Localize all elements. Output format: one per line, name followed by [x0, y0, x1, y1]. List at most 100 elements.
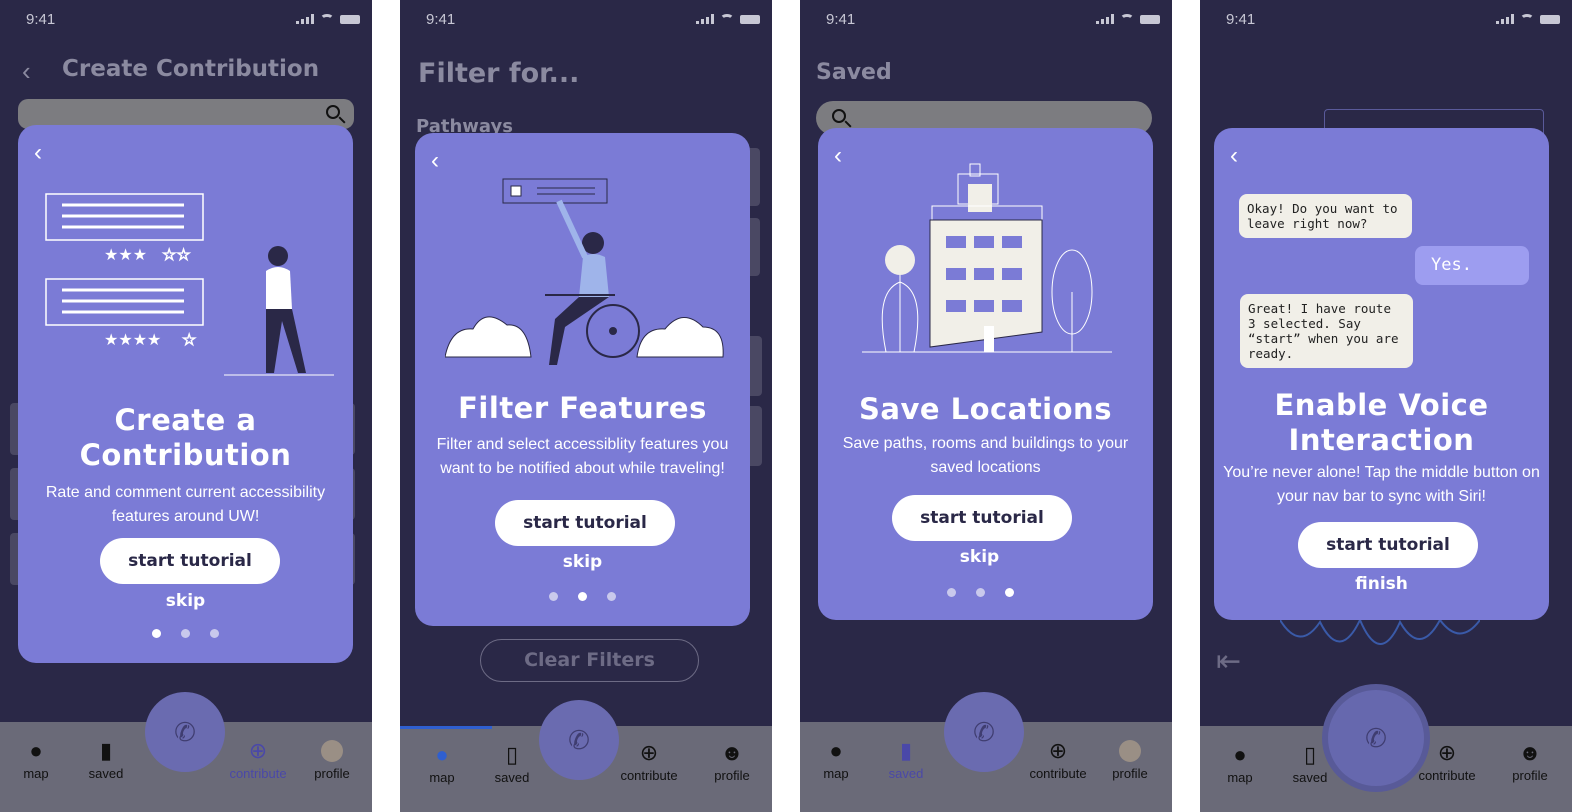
page-dot[interactable] — [976, 588, 985, 597]
plus-circle-icon: ⊕ — [1048, 738, 1068, 763]
back-chevron-icon[interactable]: ‹ — [431, 147, 439, 175]
page-title: Saved — [816, 60, 892, 85]
status-time: 9:41 — [26, 11, 56, 28]
bookmark-icon: ▮ — [99, 738, 113, 763]
page-dot[interactable] — [549, 592, 558, 601]
start-tutorial-button[interactable]: start tutorial — [892, 495, 1072, 541]
nav-contribute[interactable]: ⊕ contribute — [1026, 738, 1090, 782]
status-time: 9:41 — [1226, 11, 1256, 28]
nav-contribute[interactable]: ⊕ contribute — [616, 742, 682, 784]
tutorial-modal: ‹ Save Locations Save paths, rooms and b… — [818, 128, 1153, 620]
map-pin-icon: ● — [435, 742, 449, 767]
wifi-icon — [720, 14, 734, 24]
skip-link[interactable]: skip — [806, 547, 1153, 567]
nav-saved[interactable]: ▮ saved — [874, 738, 938, 782]
page-indicator — [18, 629, 353, 638]
clear-filters-button[interactable]: Clear Filters — [480, 639, 699, 682]
tutorial-modal: ‹ ★★★ ☆☆ ★★★★ ☆ Create a Contribution Rat… — [18, 125, 353, 663]
voice-assistant-button[interactable]: ✆ — [145, 692, 225, 772]
wifi-icon — [1120, 14, 1134, 24]
voice-assistant-button[interactable]: ✆ — [539, 700, 619, 780]
page-title: Create Contribution — [62, 56, 320, 82]
wheelchair-user-illustration — [445, 178, 724, 365]
wifi-icon — [320, 14, 334, 24]
svg-text:★★★: ★★★ — [104, 247, 147, 264]
nav-profile[interactable]: ☻ profile — [700, 742, 764, 784]
voice-assistant-button[interactable]: ✆ — [944, 692, 1024, 772]
avatar — [321, 740, 343, 762]
signal-icon — [1096, 14, 1114, 24]
battery-icon — [1540, 15, 1560, 24]
page-dot[interactable] — [181, 629, 190, 638]
skip-link[interactable]: skip — [18, 591, 353, 611]
voice-icon: ✆ — [1365, 722, 1387, 753]
status-time: 9:41 — [826, 11, 856, 28]
nav-map[interactable]: ● map — [1208, 742, 1272, 786]
tutorial-modal: ‹ Okay! Do you want to leave right now? … — [1214, 128, 1549, 620]
map-pin-icon: ● — [829, 738, 843, 763]
screen-filter-features: 9:41 Filter for... Pathways Clear Filter… — [400, 0, 772, 812]
back-chevron-icon[interactable]: ‹ — [834, 142, 842, 170]
start-tutorial-button[interactable]: start tutorial — [100, 538, 280, 584]
plus-circle-icon: ⊕ — [1437, 740, 1457, 765]
page-dot[interactable] — [578, 592, 587, 601]
nav-contribute[interactable]: ⊕ contribute — [226, 740, 290, 782]
nav-map[interactable]: ● map — [804, 738, 868, 782]
page-dot[interactable] — [210, 629, 219, 638]
voice-icon: ✆ — [568, 724, 590, 755]
map-pin-icon: ● — [29, 738, 43, 763]
signal-icon — [696, 14, 714, 24]
nav-map[interactable]: ● map — [410, 742, 474, 786]
page-dot[interactable] — [152, 629, 161, 638]
assistant-message: Great! I have route 3 selected. Say “sta… — [1240, 294, 1413, 368]
svg-text:★★★★: ★★★★ — [104, 332, 161, 349]
status-time: 9:41 — [426, 11, 456, 28]
review-illustration: ★★★ ☆☆ ★★★★ ☆ — [45, 193, 334, 376]
signal-icon — [1496, 14, 1514, 24]
bookmark-icon: ▮ — [899, 738, 913, 763]
battery-icon — [740, 15, 760, 24]
modal-description: Rate and comment current accessibility f… — [45, 484, 326, 525]
voice-icon: ✆ — [174, 716, 196, 747]
tutorial-modal: ‹ Filter Features Filter and select acce… — [415, 133, 750, 626]
battery-icon — [340, 15, 360, 24]
nav-saved[interactable]: ▮ saved — [74, 738, 138, 782]
voice-waveform — [1280, 617, 1480, 645]
nav-map[interactable]: ● map — [4, 738, 68, 782]
start-tutorial-button[interactable]: start tutorial — [1298, 522, 1478, 568]
building-illustration — [862, 163, 1112, 353]
page-dot[interactable] — [607, 592, 616, 601]
nav-saved[interactable]: ▯ saved — [480, 742, 544, 786]
avatar — [1119, 740, 1141, 762]
battery-icon — [1140, 15, 1160, 24]
back-chevron-icon[interactable]: ‹ — [22, 56, 31, 87]
back-chevron-icon[interactable]: ‹ — [1230, 142, 1238, 170]
nav-profile[interactable]: ☻ profile — [1498, 742, 1562, 784]
page-dot[interactable] — [1005, 588, 1014, 597]
screen-voice-interaction: 9:41 ⇤ ‹ Okay! Do you want to leave righ… — [1200, 0, 1572, 812]
back-chevron-icon[interactable]: ‹ — [34, 139, 42, 167]
page-indicator — [415, 592, 750, 601]
signal-icon — [296, 14, 314, 24]
map-pin-icon: ● — [1233, 742, 1247, 767]
modal-description: You’re never alone! Tap the middle butto… — [1223, 464, 1540, 505]
modal-title: Save Locations — [859, 392, 1112, 426]
search-icon — [326, 105, 340, 119]
exit-icon[interactable]: ⇤ — [1216, 644, 1241, 679]
page-dot[interactable] — [947, 588, 956, 597]
nav-profile[interactable]: profile — [300, 740, 364, 781]
page-indicator — [808, 588, 1153, 597]
nav-contribute[interactable]: ⊕ contribute — [1414, 740, 1480, 784]
skip-link[interactable]: skip — [415, 552, 750, 572]
finish-link[interactable]: finish — [1214, 574, 1549, 594]
status-bar: 9:41 — [400, 0, 772, 40]
modal-title: Filter Features — [458, 391, 707, 425]
modal-description: Filter and select accessiblity features … — [436, 436, 729, 477]
voice-assistant-button[interactable]: ✆ — [1328, 690, 1424, 786]
status-bar: 9:41 — [1200, 0, 1572, 40]
screen-create-contribution: 9:41 ‹ Create Contribution ‹ ★★★ ☆☆ ★★★★… — [0, 0, 372, 812]
status-bar: 9:41 — [800, 0, 1172, 40]
nav-profile[interactable]: profile — [1098, 740, 1162, 781]
start-tutorial-button[interactable]: start tutorial — [495, 500, 675, 546]
bookmark-icon: ▯ — [505, 742, 519, 767]
